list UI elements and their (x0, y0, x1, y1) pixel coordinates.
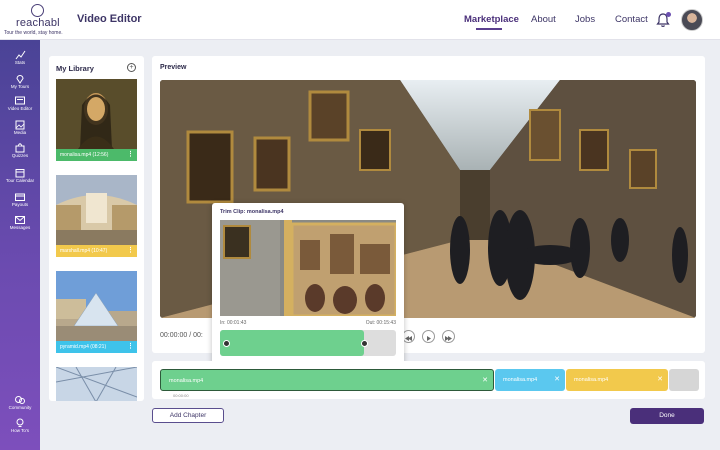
trim-clip-preview (220, 220, 396, 316)
map-pin-icon (16, 75, 24, 84)
image-icon (15, 120, 25, 130)
top-header: reachabl Tour the world, stay home. Vide… (0, 0, 720, 40)
marshall-thumbnail (56, 175, 137, 245)
timeline-clip-monalisa-1[interactable]: monalisa.mp4 ✕ (160, 369, 494, 391)
sidebar-item-label: Media (13, 130, 27, 135)
logo-circle-icon (31, 4, 44, 17)
sidebar-item-label: Video Editor (7, 106, 33, 111)
timeline-clip-label: monalisa.mp4 (503, 377, 538, 383)
sidebar-item-label: Payouts (11, 202, 29, 207)
nav-jobs[interactable]: Jobs (575, 14, 595, 25)
lightbulb-icon (16, 418, 24, 427)
sidebar-item-label: Quizzes (11, 153, 29, 158)
fast-forward-button[interactable] (442, 330, 455, 343)
library-item-monalisa[interactable]: monalisa.mp4 (12:56) ⋮ (56, 79, 137, 161)
sidebar-item-label: How To's (10, 428, 30, 433)
puzzle-icon (15, 143, 25, 153)
mail-icon (15, 216, 25, 224)
library-item-label: monalisa.mp4 (12:56) (60, 152, 109, 158)
monalisa-thumbnail (56, 79, 137, 149)
rewind-icon (405, 336, 412, 341)
notification-dot (666, 12, 671, 17)
sidebar: Stats My Tours Video Editor Media Quizze… (0, 40, 40, 450)
library-item-label-bar: monalisa.mp4 (12:56) ⋮ (56, 149, 137, 161)
nav-active-underline (476, 28, 502, 30)
add-media-button[interactable]: + (127, 63, 136, 72)
library-item-label: marshall.mp4 (10:47) (60, 248, 108, 254)
logo-tagline: Tour the world, stay home. (4, 30, 63, 36)
done-button[interactable]: Done (630, 408, 704, 424)
timeline-start-time: 00:00:00 (173, 393, 189, 398)
page-title: Video Editor (77, 13, 142, 25)
sidebar-item-messages[interactable]: Messages (0, 215, 40, 231)
timeline-clip-monalisa-2[interactable]: monalisa.mp4 ✕ (495, 369, 565, 391)
sidebar-item-stats[interactable]: Stats (0, 50, 40, 66)
reachabl-logo[interactable]: reachabl Tour the world, stay home. (4, 4, 74, 36)
library-item-glass-pyramid[interactable] (56, 367, 137, 401)
timeline-clip-monalisa-3[interactable]: monalisa.mp4 ✕ (566, 369, 668, 391)
my-library-panel: My Library + monalisa.mp4 (12:56) ⋮ mars… (49, 56, 144, 401)
library-item-marshall[interactable]: marshall.mp4 (10:47) ⋮ (56, 175, 137, 257)
trim-end-handle[interactable] (361, 340, 368, 347)
nav-about[interactable]: About (531, 14, 556, 25)
more-options-icon[interactable]: ⋮ (127, 149, 134, 161)
sidebar-item-label: Stats (14, 60, 26, 65)
library-title: My Library (56, 64, 94, 73)
trim-selected-range[interactable] (220, 330, 364, 356)
sidebar-item-my-tours[interactable]: My Tours (0, 74, 40, 90)
play-icon (427, 336, 431, 341)
trim-out-time: Out: 00:15:43 (365, 320, 396, 326)
card-icon (15, 193, 25, 201)
add-chapter-button[interactable]: Add Chapter (152, 408, 224, 423)
more-options-icon[interactable]: ⋮ (127, 341, 134, 353)
sidebar-item-video-editor[interactable]: Video Editor (0, 96, 40, 112)
remove-clip-icon[interactable]: ✕ (657, 369, 663, 391)
sidebar-item-quizzes[interactable]: Quizzes (0, 143, 40, 159)
library-item-label-bar: marshall.mp4 (10:47) ⋮ (56, 245, 137, 257)
avatar[interactable] (681, 9, 703, 31)
sidebar-item-label: Community (8, 405, 32, 410)
preview-title: Preview (160, 64, 187, 71)
timeline-clip-label: monalisa.mp4 (169, 378, 204, 384)
calendar-icon (15, 169, 25, 178)
timeline-empty-slot[interactable] (669, 369, 699, 391)
library-item-label-bar: pyramid.mp4 (08:21) ⋮ (56, 341, 137, 353)
library-item-pyramid[interactable]: pyramid.mp4 (08:21) ⋮ (56, 271, 137, 353)
fast-forward-icon (445, 336, 452, 341)
sidebar-item-label: Messages (9, 225, 31, 230)
chat-icon (15, 396, 25, 404)
sidebar-item-tour-calendar[interactable]: Tour Calendar (0, 168, 40, 184)
sidebar-item-community[interactable]: Community (0, 395, 40, 411)
remove-clip-icon[interactable]: ✕ (554, 369, 560, 391)
nav-contact[interactable]: Contact (615, 14, 648, 25)
trim-clip-title: Trim Clip: monalisa.mp4 (220, 209, 284, 215)
trim-start-handle[interactable] (223, 340, 230, 347)
sidebar-item-media[interactable]: Media (0, 120, 40, 136)
playback-time: 00:00:00 / 00: (160, 332, 203, 339)
pyramid-thumbnail (56, 271, 137, 341)
trim-clip-popup: Trim Clip: monalisa.mp4 In: 00:01:43 Out… (212, 203, 404, 365)
library-item-label: pyramid.mp4 (08:21) (60, 344, 107, 350)
video-icon (15, 96, 25, 105)
sidebar-item-label: My Tours (10, 84, 30, 89)
sidebar-item-label: Tour Calendar (5, 178, 35, 183)
trim-in-time: In: 00:01:43 (220, 320, 247, 326)
nav-marketplace[interactable]: Marketplace (464, 14, 519, 25)
sidebar-item-payouts[interactable]: Payouts (0, 192, 40, 208)
chart-icon (15, 50, 26, 60)
remove-clip-icon[interactable]: ✕ (482, 370, 488, 392)
logo-name: reachabl (16, 17, 60, 29)
play-button[interactable] (422, 330, 435, 343)
glass-pyramid-thumbnail (56, 367, 137, 401)
sidebar-item-how-tos[interactable]: How To's (0, 418, 40, 434)
more-options-icon[interactable]: ⋮ (127, 245, 134, 257)
timeline-clip-label: monalisa.mp4 (574, 377, 609, 383)
timeline: monalisa.mp4 ✕ monalisa.mp4 ✕ monalisa.m… (152, 361, 705, 399)
